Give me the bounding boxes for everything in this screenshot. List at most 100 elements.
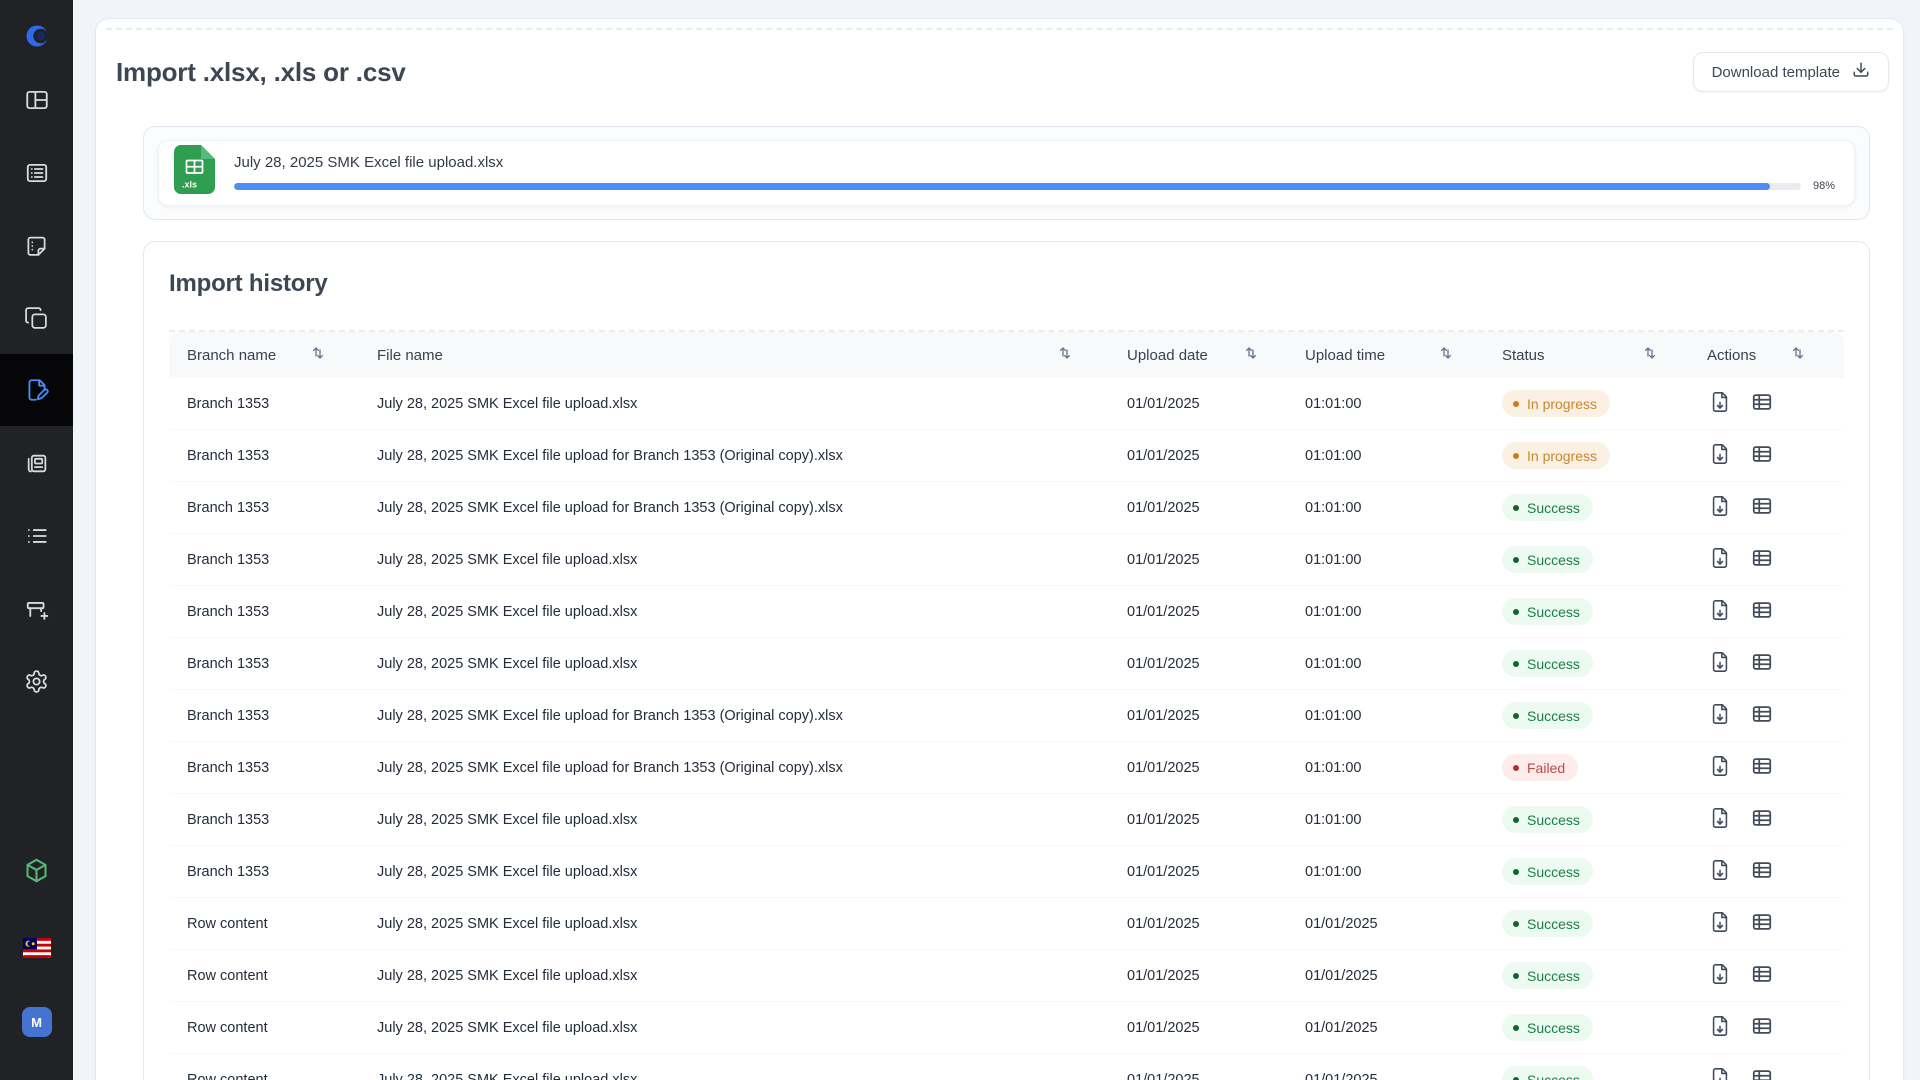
actions-cell: [1672, 493, 1844, 522]
copy-icon: [24, 306, 49, 331]
status-label: Success: [1527, 1020, 1580, 1036]
sidebar-item-settings[interactable]: [0, 645, 73, 717]
view-table-button[interactable]: [1749, 389, 1775, 418]
status-label: Success: [1527, 552, 1580, 568]
download-template-button[interactable]: Download template: [1693, 52, 1889, 92]
download-file-button[interactable]: [1707, 961, 1733, 990]
sidebar-item-import-active[interactable]: [0, 354, 73, 426]
download-file-button[interactable]: [1707, 389, 1733, 418]
column-label: Upload time: [1305, 347, 1385, 364]
status-cell: Success: [1482, 910, 1672, 937]
download-file-button[interactable]: [1707, 597, 1733, 626]
download-file-button[interactable]: [1707, 441, 1733, 470]
download-icon: [1852, 61, 1870, 83]
download-file-button[interactable]: [1707, 857, 1733, 886]
table-icon: [1751, 1067, 1773, 1080]
actions-cell: [1672, 389, 1844, 418]
sidebar-item-list[interactable]: [0, 137, 73, 209]
sidebar-item-packages[interactable]: [0, 834, 73, 906]
table-row: Row content July 28, 2025 SMK Excel file…: [169, 1054, 1844, 1080]
column-header-status[interactable]: Status: [1482, 332, 1672, 378]
branch-name-cell: Branch 1353: [169, 552, 354, 568]
language-selector[interactable]: [0, 912, 73, 984]
download-file-button[interactable]: [1707, 909, 1733, 938]
upload-time-cell: 01:01:00: [1287, 448, 1482, 464]
status-dot-icon: [1513, 453, 1519, 459]
view-table-button[interactable]: [1749, 493, 1775, 522]
view-table-button[interactable]: [1749, 701, 1775, 730]
sidebar-item-copies[interactable]: [0, 282, 73, 354]
file-download-icon: [1709, 859, 1731, 884]
upload-time-cell: 01/01/2025: [1287, 968, 1482, 984]
download-file-button[interactable]: [1707, 649, 1733, 678]
sidebar-item-add-table[interactable]: [0, 574, 73, 646]
sidebar-item-bullet-list[interactable]: [0, 500, 73, 572]
upload-time-cell: 01/01/2025: [1287, 916, 1482, 932]
table-row: Branch 1353 July 28, 2025 SMK Excel file…: [169, 690, 1844, 742]
app-logo[interactable]: [0, 0, 73, 72]
column-header-upload-time[interactable]: Upload time: [1287, 332, 1482, 378]
download-file-button[interactable]: [1707, 1013, 1733, 1042]
page-header: Import .xlsx, .xls or .csv Download temp…: [116, 52, 1889, 92]
sidebar-item-documents[interactable]: [0, 210, 73, 282]
news-icon: [24, 451, 49, 476]
sort-icon[interactable]: [1644, 346, 1656, 364]
actions-cell: [1672, 441, 1844, 470]
download-file-button[interactable]: [1707, 493, 1733, 522]
upload-date-cell: 01/01/2025: [1107, 1020, 1287, 1036]
branch-name-cell: Row content: [169, 1072, 354, 1080]
table-icon: [1751, 963, 1773, 988]
download-file-button[interactable]: [1707, 753, 1733, 782]
dropzone-dashed-border: [106, 28, 1893, 30]
status-cell: Success: [1482, 546, 1672, 573]
view-table-button[interactable]: [1749, 1013, 1775, 1042]
download-file-button[interactable]: [1707, 545, 1733, 574]
view-table-button[interactable]: [1749, 1065, 1775, 1080]
status-dot-icon: [1513, 869, 1519, 875]
sort-icon[interactable]: [1792, 346, 1804, 364]
view-table-button[interactable]: [1749, 857, 1775, 886]
sort-icon[interactable]: [312, 346, 324, 364]
sidebar-item-dashboard[interactable]: [0, 64, 73, 136]
sort-icon[interactable]: [1440, 346, 1452, 364]
sort-icon[interactable]: [1059, 346, 1071, 364]
view-table-button[interactable]: [1749, 961, 1775, 990]
download-file-button[interactable]: [1707, 805, 1733, 834]
sidebar-item-news[interactable]: [0, 427, 73, 499]
table-row: Branch 1353 July 28, 2025 SMK Excel file…: [169, 586, 1844, 638]
download-template-label: Download template: [1712, 64, 1840, 81]
file-name-cell: July 28, 2025 SMK Excel file upload.xlsx: [354, 916, 1107, 932]
sort-icon[interactable]: [1245, 346, 1257, 364]
column-header-file-name[interactable]: File name: [354, 332, 1107, 378]
status-cell: In progress: [1482, 442, 1672, 469]
file-download-icon: [1709, 807, 1731, 832]
status-badge: Success: [1502, 910, 1593, 937]
upload-time-cell: 01:01:00: [1287, 864, 1482, 880]
view-table-button[interactable]: [1749, 649, 1775, 678]
download-file-button[interactable]: [1707, 701, 1733, 730]
table-icon: [1751, 807, 1773, 832]
column-label: File name: [377, 347, 443, 364]
upload-date-cell: 01/01/2025: [1107, 552, 1287, 568]
actions-cell: [1672, 961, 1844, 990]
column-header-actions[interactable]: Actions: [1672, 332, 1844, 378]
status-badge: Failed: [1502, 754, 1578, 781]
table-body: Branch 1353 July 28, 2025 SMK Excel file…: [169, 378, 1844, 1080]
upload-date-cell: 01/01/2025: [1107, 968, 1287, 984]
view-table-button[interactable]: [1749, 545, 1775, 574]
status-badge: Success: [1502, 1014, 1593, 1041]
download-file-button[interactable]: [1707, 1065, 1733, 1080]
table-icon: [1751, 547, 1773, 572]
view-table-button[interactable]: [1749, 441, 1775, 470]
view-table-button[interactable]: [1749, 753, 1775, 782]
view-table-button[interactable]: [1749, 805, 1775, 834]
column-header-upload-date[interactable]: Upload date: [1107, 332, 1287, 378]
status-cell: Success: [1482, 650, 1672, 677]
user-avatar[interactable]: M: [0, 986, 73, 1058]
view-table-button[interactable]: [1749, 597, 1775, 626]
column-header-branch-name[interactable]: Branch name: [169, 332, 354, 378]
branch-name-cell: Branch 1353: [169, 812, 354, 828]
branch-name-cell: Branch 1353: [169, 396, 354, 412]
branch-name-cell: Row content: [169, 916, 354, 932]
view-table-button[interactable]: [1749, 909, 1775, 938]
